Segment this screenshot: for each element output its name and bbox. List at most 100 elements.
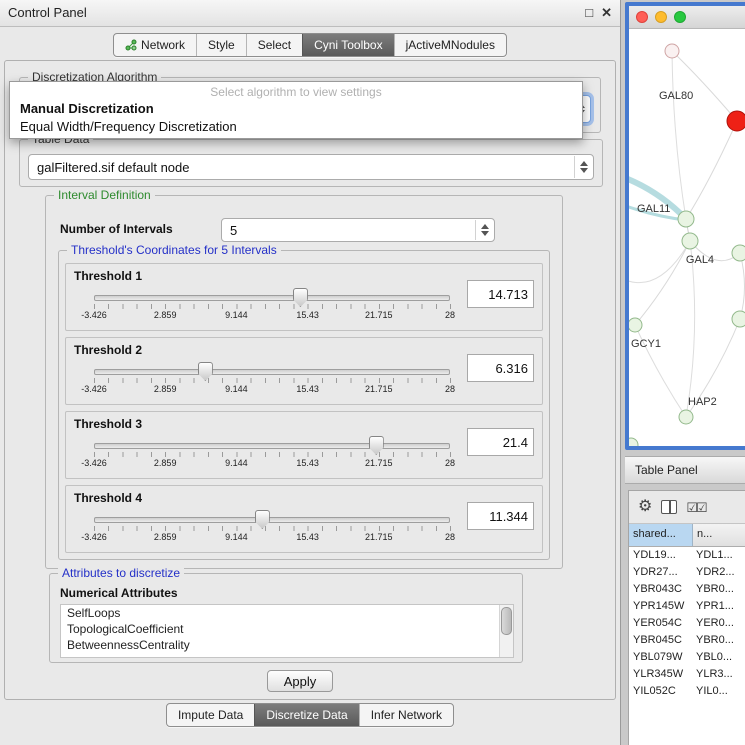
columns-icon[interactable]	[661, 500, 677, 514]
scale-label: 9.144	[225, 532, 248, 542]
threshold-2-slider[interactable]: -3.426 2.859 9.144 15.43 21.715 28	[94, 362, 450, 400]
numerical-attributes-list[interactable]: SelfLoops TopologicalCoefficient Between…	[60, 604, 514, 658]
network-canvas[interactable]: GAL80 GAL11 GAL4 GCY1 HAP2	[629, 29, 745, 446]
node-label: GAL80	[659, 90, 693, 102]
table-row[interactable]: YBL079WYBL0...	[629, 649, 745, 666]
threshold-4-slider[interactable]: -3.426 2.859 9.144 15.43 21.715 28	[94, 510, 450, 548]
list-item[interactable]: BetweennessCentrality	[61, 637, 513, 653]
window-title: Control Panel	[8, 0, 87, 26]
scale-label: -3.426	[81, 458, 107, 468]
slider-ticks	[94, 526, 451, 531]
edge	[629, 241, 690, 283]
cell: YPR145W	[629, 598, 693, 615]
scale-label: 15.43	[296, 458, 319, 468]
scale-label: 28	[445, 532, 455, 542]
close-button[interactable]	[636, 11, 648, 23]
threshold-1-slider[interactable]: -3.426 2.859 9.144 15.43 21.715 28	[94, 288, 450, 326]
slider-track[interactable]	[94, 295, 450, 301]
threshold-2-value-field[interactable]	[467, 354, 534, 382]
node-label: GAL4	[686, 254, 714, 266]
cell: YBR043C	[629, 581, 693, 598]
cell: YDR27...	[629, 564, 693, 581]
tab-style[interactable]: Style	[196, 34, 246, 56]
number-of-intervals-combobox[interactable]: 5	[221, 218, 495, 242]
select-columns-checkbox-icon[interactable]: ☑☑	[686, 501, 705, 514]
node[interactable]	[629, 438, 638, 446]
float-window-icon[interactable]: □	[585, 0, 593, 26]
threshold-1-value-field[interactable]	[467, 280, 534, 308]
close-icon[interactable]: ✕	[601, 0, 612, 26]
thresholds-group-title: Threshold's Coordinates for 5 Intervals	[67, 243, 281, 257]
cell: YLR345W	[629, 666, 693, 683]
threshold-1-panel: Threshold 1 -3.426 2.859 9.144 15.43 21.…	[65, 263, 543, 331]
gear-icon[interactable]: ⚙	[638, 499, 652, 515]
column-header-shared-name[interactable]: shared...	[629, 524, 693, 546]
slider-track[interactable]	[94, 517, 450, 523]
tab-impute-data[interactable]: Impute Data	[167, 704, 254, 726]
table-row[interactable]: YBR045CYBR0...	[629, 632, 745, 649]
edge	[686, 241, 695, 417]
scale-label: 28	[445, 310, 455, 320]
algorithm-placeholder: Select algorithm to view settings	[10, 82, 582, 100]
table-body[interactable]: YDL19...YDL1... YDR27...YDR2... YBR043CY…	[629, 547, 745, 745]
tab-jactivemodules[interactable]: jActiveMNodules	[394, 34, 506, 56]
table-row[interactable]: YBR043CYBR0...	[629, 581, 745, 598]
cell: YBR045C	[629, 632, 693, 649]
table-row[interactable]: YLR345WYLR3...	[629, 666, 745, 683]
list-item[interactable]: SelfLoops	[61, 605, 513, 621]
cell: YDL1...	[693, 547, 745, 564]
apply-button[interactable]: Apply	[267, 670, 333, 692]
node-gal4[interactable]	[682, 233, 698, 249]
column-header-name[interactable]: n...	[693, 524, 745, 546]
tab-infer-network[interactable]: Infer Network	[359, 704, 453, 726]
cell: YBR0...	[693, 581, 745, 598]
minimize-button[interactable]	[655, 11, 667, 23]
table-row[interactable]: YDL19...YDL1...	[629, 547, 745, 564]
node-hap2[interactable]	[679, 410, 693, 424]
node-selected-red[interactable]	[727, 111, 745, 131]
tab-select[interactable]: Select	[246, 34, 302, 56]
node-gal11[interactable]	[678, 211, 694, 227]
bottom-tab-bar: Impute Data Discretize Data Infer Networ…	[0, 703, 620, 727]
cell: YLR3...	[693, 666, 745, 683]
scale-label: 15.43	[296, 384, 319, 394]
table-row[interactable]: YDR27...YDR2...	[629, 564, 745, 581]
tab-cyni-toolbox-label: Cyni Toolbox	[314, 38, 382, 52]
threshold-4-value-field[interactable]	[467, 502, 534, 530]
threshold-1-label: Threshold 1	[74, 269, 142, 283]
node-gcy1[interactable]	[629, 318, 642, 332]
list-scrollbar[interactable]	[499, 605, 513, 657]
scale-label: 9.144	[225, 458, 248, 468]
tab-style-label: Style	[208, 38, 235, 52]
list-item[interactable]: TopologicalCoefficient	[61, 621, 513, 637]
table-row[interactable]: YER054CYER0...	[629, 615, 745, 632]
scale-label: 2.859	[154, 458, 177, 468]
node[interactable]	[732, 311, 745, 327]
scale-label: 15.43	[296, 310, 319, 320]
scrollbar-thumb[interactable]	[501, 607, 512, 635]
node[interactable]	[732, 245, 745, 261]
table-data-value: galFiltered.sif default node	[37, 155, 189, 179]
menu-item-equal-width-frequency[interactable]: Equal Width/Frequency Discretization	[10, 118, 582, 136]
threshold-3-slider[interactable]: -3.426 2.859 9.144 15.43 21.715 28	[94, 436, 450, 474]
network-view-window: GAL80 GAL11 GAL4 GCY1 HAP2	[625, 2, 745, 450]
tab-cyni-toolbox[interactable]: Cyni Toolbox	[302, 34, 393, 56]
table-row[interactable]: YPR145WYPR1...	[629, 598, 745, 615]
attributes-group: Attributes to discretize Numerical Attri…	[49, 573, 523, 663]
tab-discretize-data[interactable]: Discretize Data	[254, 704, 358, 726]
tab-discretize-data-label: Discretize Data	[266, 708, 347, 722]
cell: YBR0...	[693, 632, 745, 649]
tab-network[interactable]: Network	[114, 34, 196, 56]
scale-label: 2.859	[154, 384, 177, 394]
slider-track[interactable]	[94, 443, 450, 449]
menu-item-manual-discretization[interactable]: Manual Discretization	[10, 100, 582, 118]
node[interactable]	[665, 44, 679, 58]
node-label: GCY1	[631, 338, 661, 350]
combo-arrows-icon	[475, 220, 493, 240]
threshold-3-value-field[interactable]	[467, 428, 534, 456]
slider-track[interactable]	[94, 369, 450, 375]
table-row[interactable]: YIL052CYIL0...	[629, 683, 745, 700]
zoom-button[interactable]	[674, 11, 686, 23]
table-data-combobox[interactable]: galFiltered.sif default node	[28, 154, 594, 180]
interval-definition-title: Interval Definition	[54, 188, 155, 202]
